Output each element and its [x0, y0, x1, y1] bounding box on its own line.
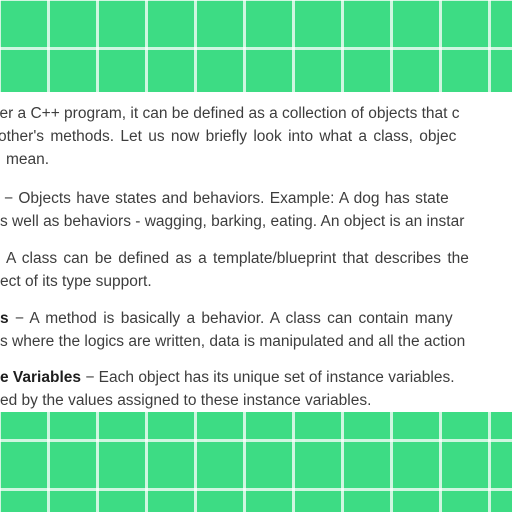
text-line: s − A method is basically a behavior. A … — [0, 307, 512, 330]
objects-definition: − Objects have states and behaviors. Exa… — [4, 190, 449, 207]
methods-definition: − A method is basically a behavior. A cl… — [8, 310, 453, 327]
intro-paragraph: ler a C++ program, it can be defined as … — [0, 102, 512, 171]
class-definition: A class can be defined as a template/blu… — [6, 250, 469, 267]
text-line: − Objects have states and behaviors. Exa… — [0, 187, 512, 210]
instance-variables-paragraph: e Variables − Each object has its unique… — [0, 366, 512, 412]
page-background: { "article": { "intro": { "lines": [ "le… — [0, 0, 512, 512]
content-panel: ler a C++ program, it can be defined as … — [0, 92, 512, 412]
objects-paragraph: − Objects have states and behaviors. Exa… — [0, 187, 512, 233]
text-line: ler a C++ program, it can be defined as … — [0, 105, 460, 122]
text-line: s well as behaviors - wagging, barking, … — [0, 213, 465, 230]
text-line: other's methods. Let us now briefly look… — [0, 128, 457, 145]
text-line: ect of its type support. — [0, 273, 152, 290]
methods-term: s — [0, 310, 9, 327]
text-line: s where the logics are written, data is … — [0, 333, 466, 350]
instance-variables-definition: − Each object has its unique set of inst… — [81, 369, 455, 386]
methods-paragraph: s − A method is basically a behavior. A … — [0, 307, 512, 353]
text-line: e Variables − Each object has its unique… — [0, 366, 512, 389]
class-paragraph: A class can be defined as a template/blu… — [0, 247, 512, 293]
text-line: A class can be defined as a template/blu… — [0, 247, 512, 270]
text-line: ed by the values assigned to these insta… — [0, 392, 372, 409]
instance-variables-term: e Variables — [0, 369, 82, 386]
text-line: mean. — [6, 151, 50, 168]
